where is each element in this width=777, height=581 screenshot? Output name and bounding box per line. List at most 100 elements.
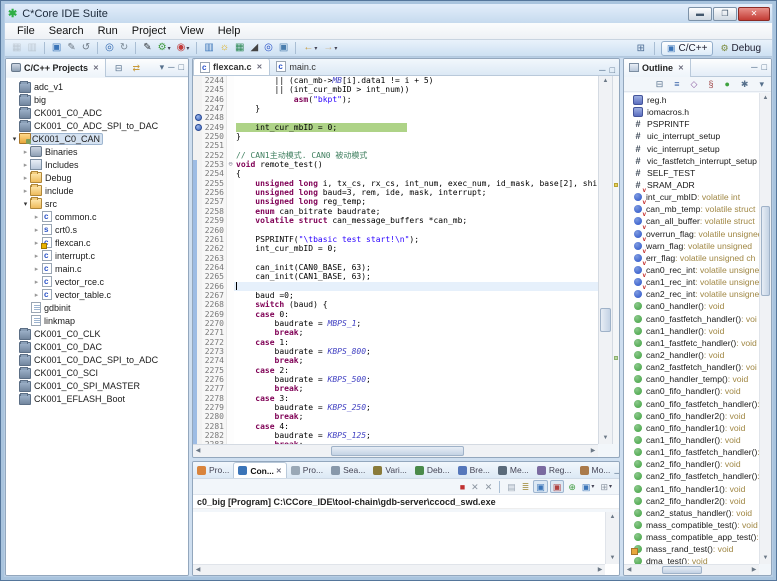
- tree-item[interactable]: adc_v1: [6, 80, 188, 93]
- eraser-icon[interactable]: ◢: [248, 41, 260, 55]
- outline-item[interactable]: can0_fifo_fastfetch_handler() :: [624, 398, 759, 410]
- code-text[interactable]: can_init(CAN1_BASE, 63);: [234, 272, 598, 281]
- view-menu-icon[interactable]: ▾: [757, 77, 766, 91]
- folding-ruler[interactable]: [226, 338, 234, 347]
- pin-console-icon[interactable]: ⊕: [566, 480, 578, 493]
- code-text[interactable]: [234, 141, 598, 150]
- annotation-ruler[interactable]: [193, 356, 202, 365]
- expander-icon[interactable]: ▸: [32, 291, 41, 299]
- annotation-ruler[interactable]: [193, 141, 202, 150]
- code-text[interactable]: [234, 254, 598, 263]
- folding-ruler[interactable]: [226, 244, 234, 253]
- minimize-icon[interactable]: ─: [614, 469, 620, 478]
- dropdown-arrow-icon[interactable]: ▾: [186, 45, 189, 52]
- annotation-ruler[interactable]: [193, 216, 202, 225]
- outline-item[interactable]: mass_compatible_app_test() :: [624, 531, 759, 543]
- folding-ruler[interactable]: [226, 319, 234, 328]
- menu-project[interactable]: Project: [125, 24, 173, 38]
- code-line[interactable]: 2252// CAN1主动模式. CAN0 被动模式: [193, 151, 598, 160]
- scroll-up-icon[interactable]: ▲: [760, 93, 771, 104]
- tree-item[interactable]: ▸Binaries: [6, 145, 188, 158]
- code-text[interactable]: break;: [234, 384, 598, 393]
- menu-help[interactable]: Help: [211, 24, 248, 38]
- code-line[interactable]: 2253⊖void remote_test(): [193, 160, 598, 169]
- outline-item[interactable]: can0_handler_temp() : void: [624, 373, 759, 385]
- refresh-icon[interactable]: ↻: [118, 41, 130, 55]
- scroll-right-icon[interactable]: ▶: [749, 565, 759, 576]
- open-console-icon[interactable]: ⊞▾: [598, 480, 614, 493]
- editor-vertical-scrollbar[interactable]: ▲ ▼: [598, 76, 612, 444]
- maximize-icon[interactable]: □: [762, 63, 767, 72]
- folding-ruler[interactable]: [226, 169, 234, 178]
- open-perspective-icon[interactable]: ⊞: [637, 43, 645, 54]
- code-line[interactable]: 2245 || (int_cur_mbID > int_num)): [193, 85, 598, 94]
- tree-item[interactable]: CK001_C0_CLK: [6, 327, 188, 340]
- scroll-up-icon[interactable]: ▲: [599, 76, 612, 87]
- hide-static-icon[interactable]: §: [706, 77, 715, 91]
- outline-item[interactable]: #uic_interrupt_setup: [624, 130, 759, 142]
- code-text[interactable]: baudrate = KBPS_250;: [234, 403, 598, 412]
- annotation-ruler[interactable]: [193, 282, 202, 291]
- code-text[interactable]: asm("bkpt");: [234, 95, 598, 104]
- folding-ruler[interactable]: [226, 179, 234, 188]
- code-line[interactable]: 2277 break;: [193, 384, 598, 393]
- sort-icon[interactable]: ≡: [672, 77, 681, 91]
- expander-icon[interactable]: ▾: [10, 135, 19, 143]
- annotation-ruler[interactable]: [193, 422, 202, 431]
- folding-ruler[interactable]: [226, 216, 234, 225]
- outline-item[interactable]: mass_rand_test() : void: [624, 543, 759, 555]
- perspective-cc[interactable]: ▣C/C++: [661, 41, 713, 56]
- folding-ruler[interactable]: [226, 123, 234, 132]
- show-stderr-icon[interactable]: ▣: [550, 480, 565, 493]
- code-line[interactable]: 2244 || (can_mb->MB[i].data1 != i + 5): [193, 76, 598, 85]
- save-icon[interactable]: ▦: [10, 41, 23, 55]
- expander-icon[interactable]: ▸: [32, 213, 41, 221]
- expander-icon[interactable]: ▸: [21, 148, 30, 156]
- code-line[interactable]: 2261 PSPRINTF("\tbasic test start!\n");: [193, 235, 598, 244]
- dropdown-arrow-icon[interactable]: ▾: [609, 483, 612, 490]
- annotation-ruler[interactable]: [193, 244, 202, 253]
- outline-item[interactable]: #SELF_TEST: [624, 167, 759, 179]
- outline-item[interactable]: can1_fifo_handler() : void: [624, 434, 759, 446]
- tree-item[interactable]: linkmap: [6, 314, 188, 327]
- code-text[interactable]: unsigned long i, tx_cs, rx_cs, int_num, …: [234, 179, 598, 188]
- editor-tab-main-c[interactable]: cmain.c: [270, 58, 323, 75]
- expander-icon[interactable]: ▸: [21, 187, 30, 195]
- code-editor[interactable]: 2244 || (can_mb->MB[i].data1 != i + 5)22…: [193, 76, 598, 444]
- folding-ruler[interactable]: [226, 328, 234, 337]
- code-text[interactable]: case 3:: [234, 394, 598, 403]
- tree-item[interactable]: CK001_C0_SPI_MASTER: [6, 379, 188, 392]
- outline-item[interactable]: can0_fastfetch_handler() : voi: [624, 313, 759, 325]
- outline-item[interactable]: can0_fifo_handler1() : void: [624, 422, 759, 434]
- code-line[interactable]: 2269 case 0:: [193, 310, 598, 319]
- annotation-ruler[interactable]: [193, 272, 202, 281]
- expander-icon[interactable]: ▸: [32, 239, 41, 247]
- code-text[interactable]: baud =0;: [234, 291, 598, 300]
- folding-ruler[interactable]: [226, 282, 234, 291]
- code-text[interactable]: break;: [234, 328, 598, 337]
- scrollbar-thumb[interactable]: [761, 206, 770, 296]
- pen-icon[interactable]: ✎: [141, 41, 153, 55]
- code-text[interactable]: unsigned long reg_temp;: [234, 197, 598, 206]
- dropdown-arrow-icon[interactable]: ▾: [591, 483, 594, 490]
- expander-icon[interactable]: ▸: [21, 174, 30, 182]
- folding-ruler[interactable]: [226, 132, 234, 141]
- outline-item[interactable]: can0_fifo_handler2() : void: [624, 410, 759, 422]
- scroll-down-icon[interactable]: ▼: [599, 433, 612, 444]
- console-vertical-scrollbar[interactable]: ▲ ▼: [605, 512, 619, 564]
- folding-ruler[interactable]: [226, 431, 234, 440]
- close-icon[interactable]: ✕: [257, 63, 263, 71]
- tree-item[interactable]: ▸cinterrupt.c: [6, 249, 188, 262]
- folding-ruler[interactable]: [226, 272, 234, 281]
- menu-search[interactable]: Search: [42, 24, 91, 38]
- tree-item[interactable]: CK001_C0_ADC: [6, 106, 188, 119]
- history-icon[interactable]: ↺: [80, 41, 92, 55]
- tab-problems[interactable]: Pro...: [193, 462, 233, 478]
- scrollbar-thumb[interactable]: [600, 308, 611, 332]
- collapse-all-icon[interactable]: ⊟: [113, 61, 125, 75]
- tab-modules[interactable]: Mo...: [576, 462, 615, 478]
- folding-ruler[interactable]: ⊖: [226, 160, 234, 169]
- code-line[interactable]: 2268 switch (baud) {: [193, 300, 598, 309]
- code-line[interactable]: 2281 case 4:: [193, 422, 598, 431]
- code-text[interactable]: baudrate = KBPS_800;: [234, 347, 598, 356]
